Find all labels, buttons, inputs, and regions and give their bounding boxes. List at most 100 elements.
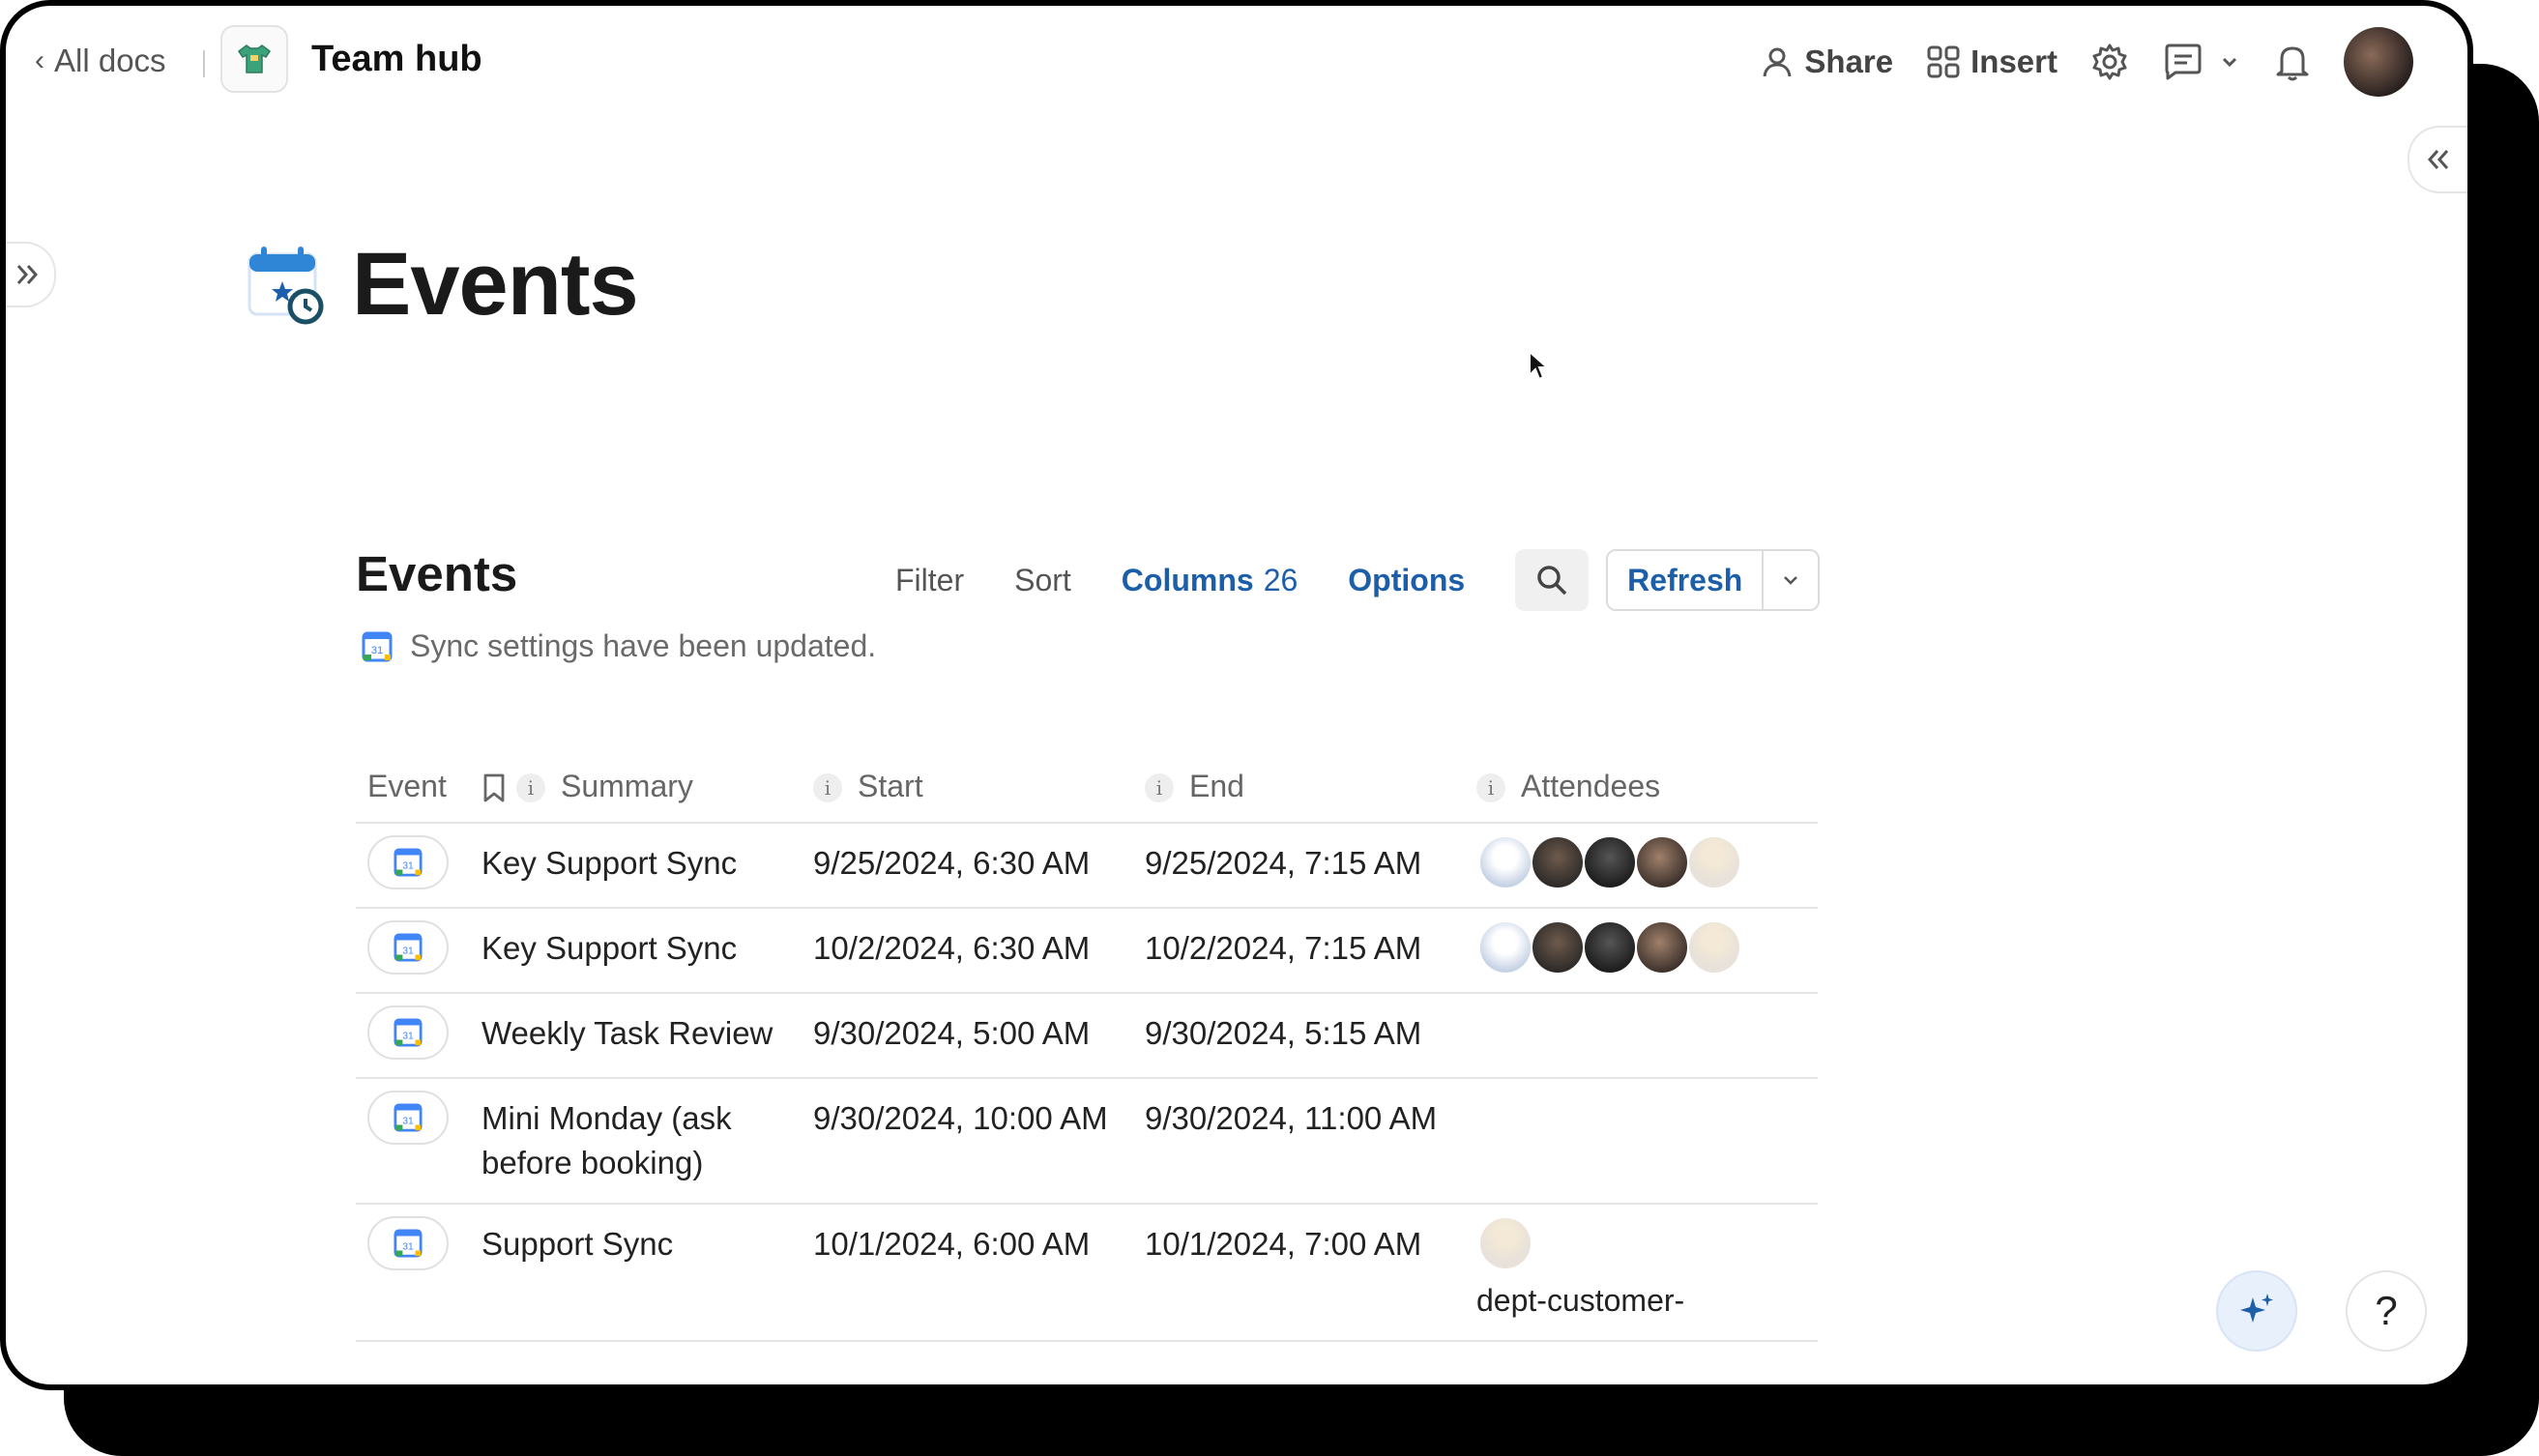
table-row[interactable]: 31 Key Support Sync 10/2/2024, 6:30 AM 1… xyxy=(356,909,1818,994)
comments-button[interactable] xyxy=(2162,43,2241,81)
topbar-actions: Share Insert xyxy=(1760,25,2413,99)
attendees-cell[interactable]: dept-customer- xyxy=(1476,1205,1818,1340)
attendee-avatars xyxy=(1478,920,1818,975)
event-chip[interactable]: 31 xyxy=(367,1005,449,1060)
header-end-label: End xyxy=(1189,768,1244,803)
header-event[interactable]: Event xyxy=(356,769,482,804)
attendee-avatar[interactable] xyxy=(1531,835,1585,889)
svg-text:31: 31 xyxy=(402,1242,414,1253)
attendee-avatar[interactable] xyxy=(1635,920,1689,975)
table-row[interactable]: 31 Weekly Task Review 9/30/2024, 5:00 AM… xyxy=(356,994,1818,1079)
tshirt-icon xyxy=(237,44,272,73)
settings-button[interactable] xyxy=(2090,43,2129,81)
events-table: Event i Summary i Start i End i Attendees xyxy=(356,750,1818,1342)
attendee-avatar[interactable] xyxy=(1583,920,1637,975)
double-chevron-left-icon xyxy=(2427,150,2449,169)
filter-button[interactable]: Filter xyxy=(895,563,964,598)
end-cell[interactable]: 10/1/2024, 7:00 AM xyxy=(1145,1205,1476,1340)
header-attendees[interactable]: i Attendees xyxy=(1476,769,1818,804)
attendees-cell[interactable] xyxy=(1476,994,1818,1077)
attendee-avatar[interactable] xyxy=(1478,835,1532,889)
options-button[interactable]: Options xyxy=(1348,563,1465,598)
header-end[interactable]: i End xyxy=(1145,769,1476,804)
share-button[interactable]: Share xyxy=(1760,44,1893,80)
event-cell: 31 xyxy=(356,1205,482,1340)
calendar-clock-icon xyxy=(248,246,324,324)
event-cell: 31 xyxy=(356,1079,482,1203)
notifications-button[interactable] xyxy=(2274,43,2311,81)
end-cell[interactable]: 10/2/2024, 7:15 AM xyxy=(1145,909,1476,992)
doc-title: Team hub xyxy=(311,39,482,79)
google-calendar-icon: 31 xyxy=(362,631,393,661)
table-row[interactable]: 31 Key Support Sync 9/25/2024, 6:30 AM 9… xyxy=(356,824,1818,909)
start-cell[interactable]: 10/1/2024, 6:00 AM xyxy=(813,1205,1145,1340)
chevron-down-icon xyxy=(1784,576,1798,585)
bell-icon xyxy=(2276,46,2309,81)
header-summary[interactable]: i Summary xyxy=(482,769,813,804)
insert-button[interactable]: Insert xyxy=(1926,44,2057,80)
svg-text:31: 31 xyxy=(402,946,414,957)
attendee-avatars xyxy=(1478,835,1818,889)
attendee-avatar[interactable] xyxy=(1583,835,1637,889)
person-icon xyxy=(1763,47,1792,77)
table-row[interactable]: 31 Support Sync 10/1/2024, 6:00 AM 10/1/… xyxy=(356,1205,1818,1342)
share-label: Share xyxy=(1804,44,1894,79)
columns-label: Columns xyxy=(1121,562,1254,597)
event-cell: 31 xyxy=(356,824,482,907)
header-start[interactable]: i Start xyxy=(813,769,1145,804)
insert-label: Insert xyxy=(1970,44,2057,79)
summary-cell[interactable]: Key Support Sync xyxy=(482,824,813,907)
help-button[interactable]: ? xyxy=(2346,1270,2427,1352)
table-toolbar: Filter Sort Columns 26 Options Refresh xyxy=(895,549,1821,611)
summary-cell[interactable]: Weekly Task Review xyxy=(482,994,813,1077)
all-docs-label: All docs xyxy=(54,43,166,78)
event-chip[interactable]: 31 xyxy=(367,1091,449,1145)
page-title: Events xyxy=(352,235,639,334)
gear-icon xyxy=(2092,44,2127,80)
start-cell[interactable]: 10/2/2024, 6:30 AM xyxy=(813,909,1145,992)
summary-cell[interactable]: Key Support Sync xyxy=(482,909,813,992)
end-cell[interactable]: 9/30/2024, 11:00 AM xyxy=(1145,1079,1476,1203)
google-calendar-icon: 31 xyxy=(394,933,423,962)
info-icon: i xyxy=(1476,773,1505,803)
attendee-avatar[interactable] xyxy=(1478,920,1532,975)
event-chip[interactable]: 31 xyxy=(367,920,449,975)
attendees-cell[interactable] xyxy=(1476,1079,1818,1203)
attendees-cell[interactable] xyxy=(1476,824,1818,907)
end-cell[interactable]: 9/25/2024, 7:15 AM xyxy=(1145,824,1476,907)
attendee-avatar[interactable] xyxy=(1478,1216,1532,1270)
summary-cell[interactable]: Mini Monday (ask before booking) xyxy=(482,1079,813,1203)
refresh-dropdown[interactable] xyxy=(1762,551,1818,609)
ai-assistant-button[interactable] xyxy=(2216,1270,2297,1352)
event-chip[interactable]: 31 xyxy=(367,835,449,889)
refresh-button[interactable]: Refresh xyxy=(1608,551,1762,609)
collapse-right-panel-button[interactable] xyxy=(2408,126,2467,193)
attendee-avatar[interactable] xyxy=(1687,920,1741,975)
sort-button[interactable]: Sort xyxy=(1014,563,1071,598)
start-cell[interactable]: 9/30/2024, 5:00 AM xyxy=(813,994,1145,1077)
attendee-avatar[interactable] xyxy=(1687,835,1741,889)
attendees-cell[interactable] xyxy=(1476,909,1818,992)
sync-message: Sync settings have been updated. xyxy=(410,628,877,663)
event-chip[interactable]: 31 xyxy=(367,1216,449,1270)
summary-cell[interactable]: Support Sync xyxy=(482,1205,813,1340)
table-body: 31 Key Support Sync 9/25/2024, 6:30 AM 9… xyxy=(356,824,1818,1342)
info-icon: i xyxy=(813,773,842,803)
columns-count: 26 xyxy=(1263,562,1299,597)
start-cell[interactable]: 9/30/2024, 10:00 AM xyxy=(813,1079,1145,1203)
attendee-avatar[interactable] xyxy=(1635,835,1689,889)
user-avatar[interactable] xyxy=(2344,27,2413,97)
page-header: Events xyxy=(244,234,639,335)
search-button[interactable] xyxy=(1515,549,1590,611)
doc-icon[interactable] xyxy=(220,25,288,93)
all-docs-link[interactable]: ‹ All docs xyxy=(35,43,166,79)
table-row[interactable]: 31 Mini Monday (ask before booking) 9/30… xyxy=(356,1079,1818,1205)
end-cell[interactable]: 9/30/2024, 5:15 AM xyxy=(1145,994,1476,1077)
expand-left-panel-button[interactable] xyxy=(6,242,56,307)
grid-icon xyxy=(1927,45,1960,78)
attendee-avatar[interactable] xyxy=(1531,920,1585,975)
start-cell[interactable]: 9/25/2024, 6:30 AM xyxy=(813,824,1145,907)
header-attendees-label: Attendees xyxy=(1521,768,1661,803)
bookmark-icon xyxy=(483,773,505,802)
columns-button[interactable]: Columns 26 xyxy=(1122,563,1298,598)
